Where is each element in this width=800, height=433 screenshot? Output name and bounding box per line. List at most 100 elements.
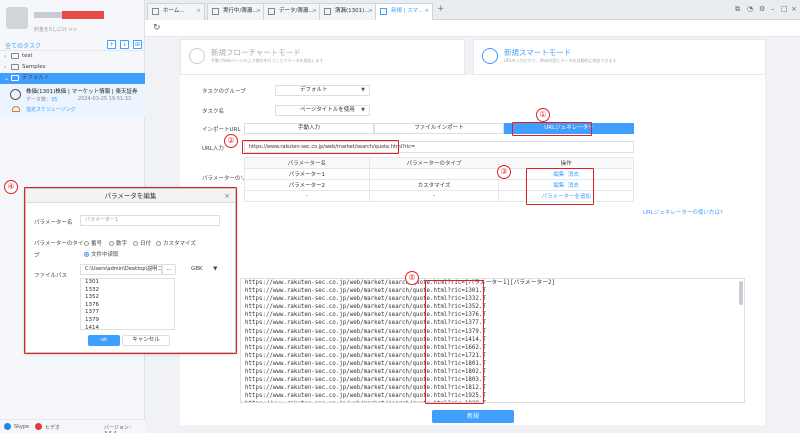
contact-link[interactable]: ヒデオ — [45, 424, 60, 431]
tab-stock[interactable]: 簿漏(1301)... × — [319, 3, 377, 20]
page-icon — [268, 8, 275, 15]
generated-url-line: https://www.rakuten-sec.co.jp/web/market… — [245, 312, 486, 319]
settings-icon[interactable]: ⚙ — [759, 5, 765, 13]
annotation-box-2 — [242, 140, 399, 154]
close-icon[interactable]: × — [368, 4, 373, 19]
toolbar: ↻ — [145, 20, 800, 37]
folder-samples[interactable]: › Samples — [0, 62, 145, 73]
contact-icon[interactable] — [35, 423, 42, 430]
generated-url-line: https://www.rakuten-sec.co.jp/web/market… — [245, 336, 486, 343]
task-title: 株価(1301)株価 | マーケット情報 | 楽天証券 — [26, 89, 138, 95]
folder-icon — [11, 53, 19, 59]
skype-icon[interactable] — [4, 423, 11, 430]
folder-default[interactable]: ⌄ デフォルト — [0, 73, 145, 84]
annotation-badge-1: ① — [536, 108, 550, 122]
avatar[interactable] — [6, 7, 28, 29]
tab-new-smart[interactable]: 新規 | スマ... × — [375, 3, 433, 20]
import-task-icon[interactable]: ↓ — [120, 40, 129, 49]
version-label: バージョン：3.6.4 — [104, 425, 134, 433]
flowchart-icon — [189, 48, 205, 64]
task-name-label: タスク名 — [202, 109, 225, 115]
sidebar-footer: Skype ヒデオ バージョン：3.6.4 — [0, 419, 145, 433]
generated-url-line: https://www.rakuten-sec.co.jp/web/market… — [245, 304, 486, 311]
annotation-box-4 — [24, 187, 237, 354]
chevron-right-icon: › — [4, 53, 7, 60]
tab-running[interactable]: 実行中/簿漏... × — [207, 3, 265, 20]
chevron-down-icon: ▼ — [361, 87, 365, 93]
folder-icon — [11, 75, 19, 81]
generated-url-list[interactable]: https://www.rakuten-sec.co.jp/web/market… — [240, 278, 745, 403]
generated-url-line: https://www.rakuten-sec.co.jp/web/market… — [245, 369, 486, 376]
flowchart-mode-card[interactable]: 新規フローチャートモード 手動でWebページの上で操作を行うことでデータを抽出し… — [180, 39, 465, 75]
param-type-cell — [368, 168, 500, 180]
annotation-box-3 — [526, 168, 594, 205]
param-name-cell: パラメーター1 — [244, 168, 370, 180]
generated-url-line: https://www.rakuten-sec.co.jp/web/market… — [245, 352, 486, 359]
task-group-label: タスクのグループ — [202, 89, 246, 95]
close-icon[interactable]: × — [312, 4, 317, 19]
generated-url-line: https://www.rakuten-sec.co.jp/web/market… — [245, 393, 486, 400]
minimize-icon[interactable]: – — [771, 5, 775, 13]
annotation-box-1 — [512, 122, 592, 136]
generated-url-line: https://www.rakuten-sec.co.jp/web/market… — [245, 280, 556, 286]
close-icon[interactable]: × — [196, 4, 201, 19]
param-name-cell: パラメーター2 — [244, 179, 370, 191]
generated-url-line: https://www.rakuten-sec.co.jp/web/market… — [245, 344, 486, 351]
annotation-badge-3: ③ — [497, 165, 511, 179]
new-tab-icon[interactable]: + — [437, 4, 445, 14]
task-group-select[interactable]: デフォルト ▼ — [275, 85, 370, 96]
generated-url-line: https://www.rakuten-sec.co.jp/web/market… — [245, 320, 486, 327]
skype-link[interactable]: Skype — [14, 424, 29, 430]
annotation-badge-5: ⑤ — [405, 271, 419, 285]
import-url-label: インポートURL — [202, 127, 241, 133]
task-item[interactable]: 株価(1301)株価 | マーケット情報 | 楽天証券 データ数：35 2024… — [0, 84, 145, 118]
task-date: 2024-03-25 19:51:33 — [78, 96, 132, 102]
close-icon[interactable]: × — [424, 4, 429, 19]
param-name-header: パラメーター名 — [244, 157, 370, 169]
tab-bar: ホーム... × 実行中/簿漏... × データ/簿漏... × 簿漏(1301)..… — [145, 0, 800, 20]
robot-icon — [10, 89, 21, 100]
schedule-link[interactable]: 指定スケジューリング — [26, 106, 76, 113]
tab-data[interactable]: データ/簿漏... × — [263, 3, 321, 20]
task-list-header: 全てのタスク + ↓ ⊞ — [0, 38, 145, 51]
close-icon[interactable]: × — [256, 4, 261, 19]
folder-test[interactable]: › test — [0, 51, 145, 62]
restore-icon[interactable]: ⧉ — [735, 5, 740, 14]
generated-url-line: https://www.rakuten-sec.co.jp/web/market… — [245, 360, 486, 367]
page-icon — [212, 8, 219, 15]
generated-url-line: https://www.rakuten-sec.co.jp/web/market… — [245, 385, 486, 392]
url-generator-help-link[interactable]: URLジェネレーターの使い方は? — [643, 208, 723, 216]
smart-mode-form: タスクのグループ デフォルト ▼ タスク名 ページタイトルを使用 ▼ インポートUR… — [180, 75, 765, 425]
annotation-badge-2: ② — [224, 134, 238, 148]
tab-home[interactable]: ホーム... × — [147, 3, 205, 20]
maximize-icon[interactable]: □ — [781, 5, 788, 13]
flowchart-mode-desc: 手動でWebページの上で操作を行うことでデータを抽出します — [211, 58, 324, 63]
page-icon — [324, 8, 331, 15]
schedule-icon — [12, 106, 20, 112]
param-action-header: 操作 — [498, 157, 634, 169]
add-task-icon[interactable]: + — [107, 40, 116, 49]
scrollbar[interactable] — [739, 281, 743, 305]
manual-input-option[interactable]: 手動入力 — [244, 123, 374, 134]
param-list-label: パラメーターのリ — [202, 176, 246, 182]
grid-view-icon[interactable]: ⊞ — [133, 40, 142, 49]
smart-mode-card[interactable]: 新規スマートモード URLを入力だけで、Web内容とデータを自動的に抽出できます — [473, 39, 766, 75]
refresh-icon[interactable]: ↻ — [153, 23, 161, 33]
home-icon — [152, 8, 159, 15]
account-plan-badge — [62, 11, 104, 19]
generated-url-line: https://www.rakuten-sec.co.jp/web/market… — [245, 328, 486, 335]
folder-label: デフォルト — [22, 75, 50, 81]
task-data-count: データ数：35 — [26, 97, 58, 103]
annotation-box-5 — [425, 280, 484, 404]
all-tasks-label[interactable]: 全てのタスク — [5, 41, 41, 50]
bell-icon[interactable]: ◔ — [747, 5, 753, 13]
param-type-header: パラメーターのタイプ — [368, 157, 500, 169]
account-panel[interactable]: 料金を5しにけ >> — [4, 4, 142, 34]
chevron-down-icon: ▼ — [361, 107, 365, 113]
create-button[interactable]: 新規 — [432, 410, 514, 423]
close-window-icon[interactable]: × — [791, 5, 797, 13]
file-import-option[interactable]: ファイルインポート — [374, 123, 504, 134]
generated-url-line: https://www.rakuten-sec.co.jp/web/market… — [245, 296, 486, 303]
task-name-select[interactable]: ページタイトルを使用 ▼ — [275, 105, 370, 116]
account-upgrade-link[interactable]: 料金を5しにけ >> — [34, 26, 77, 33]
